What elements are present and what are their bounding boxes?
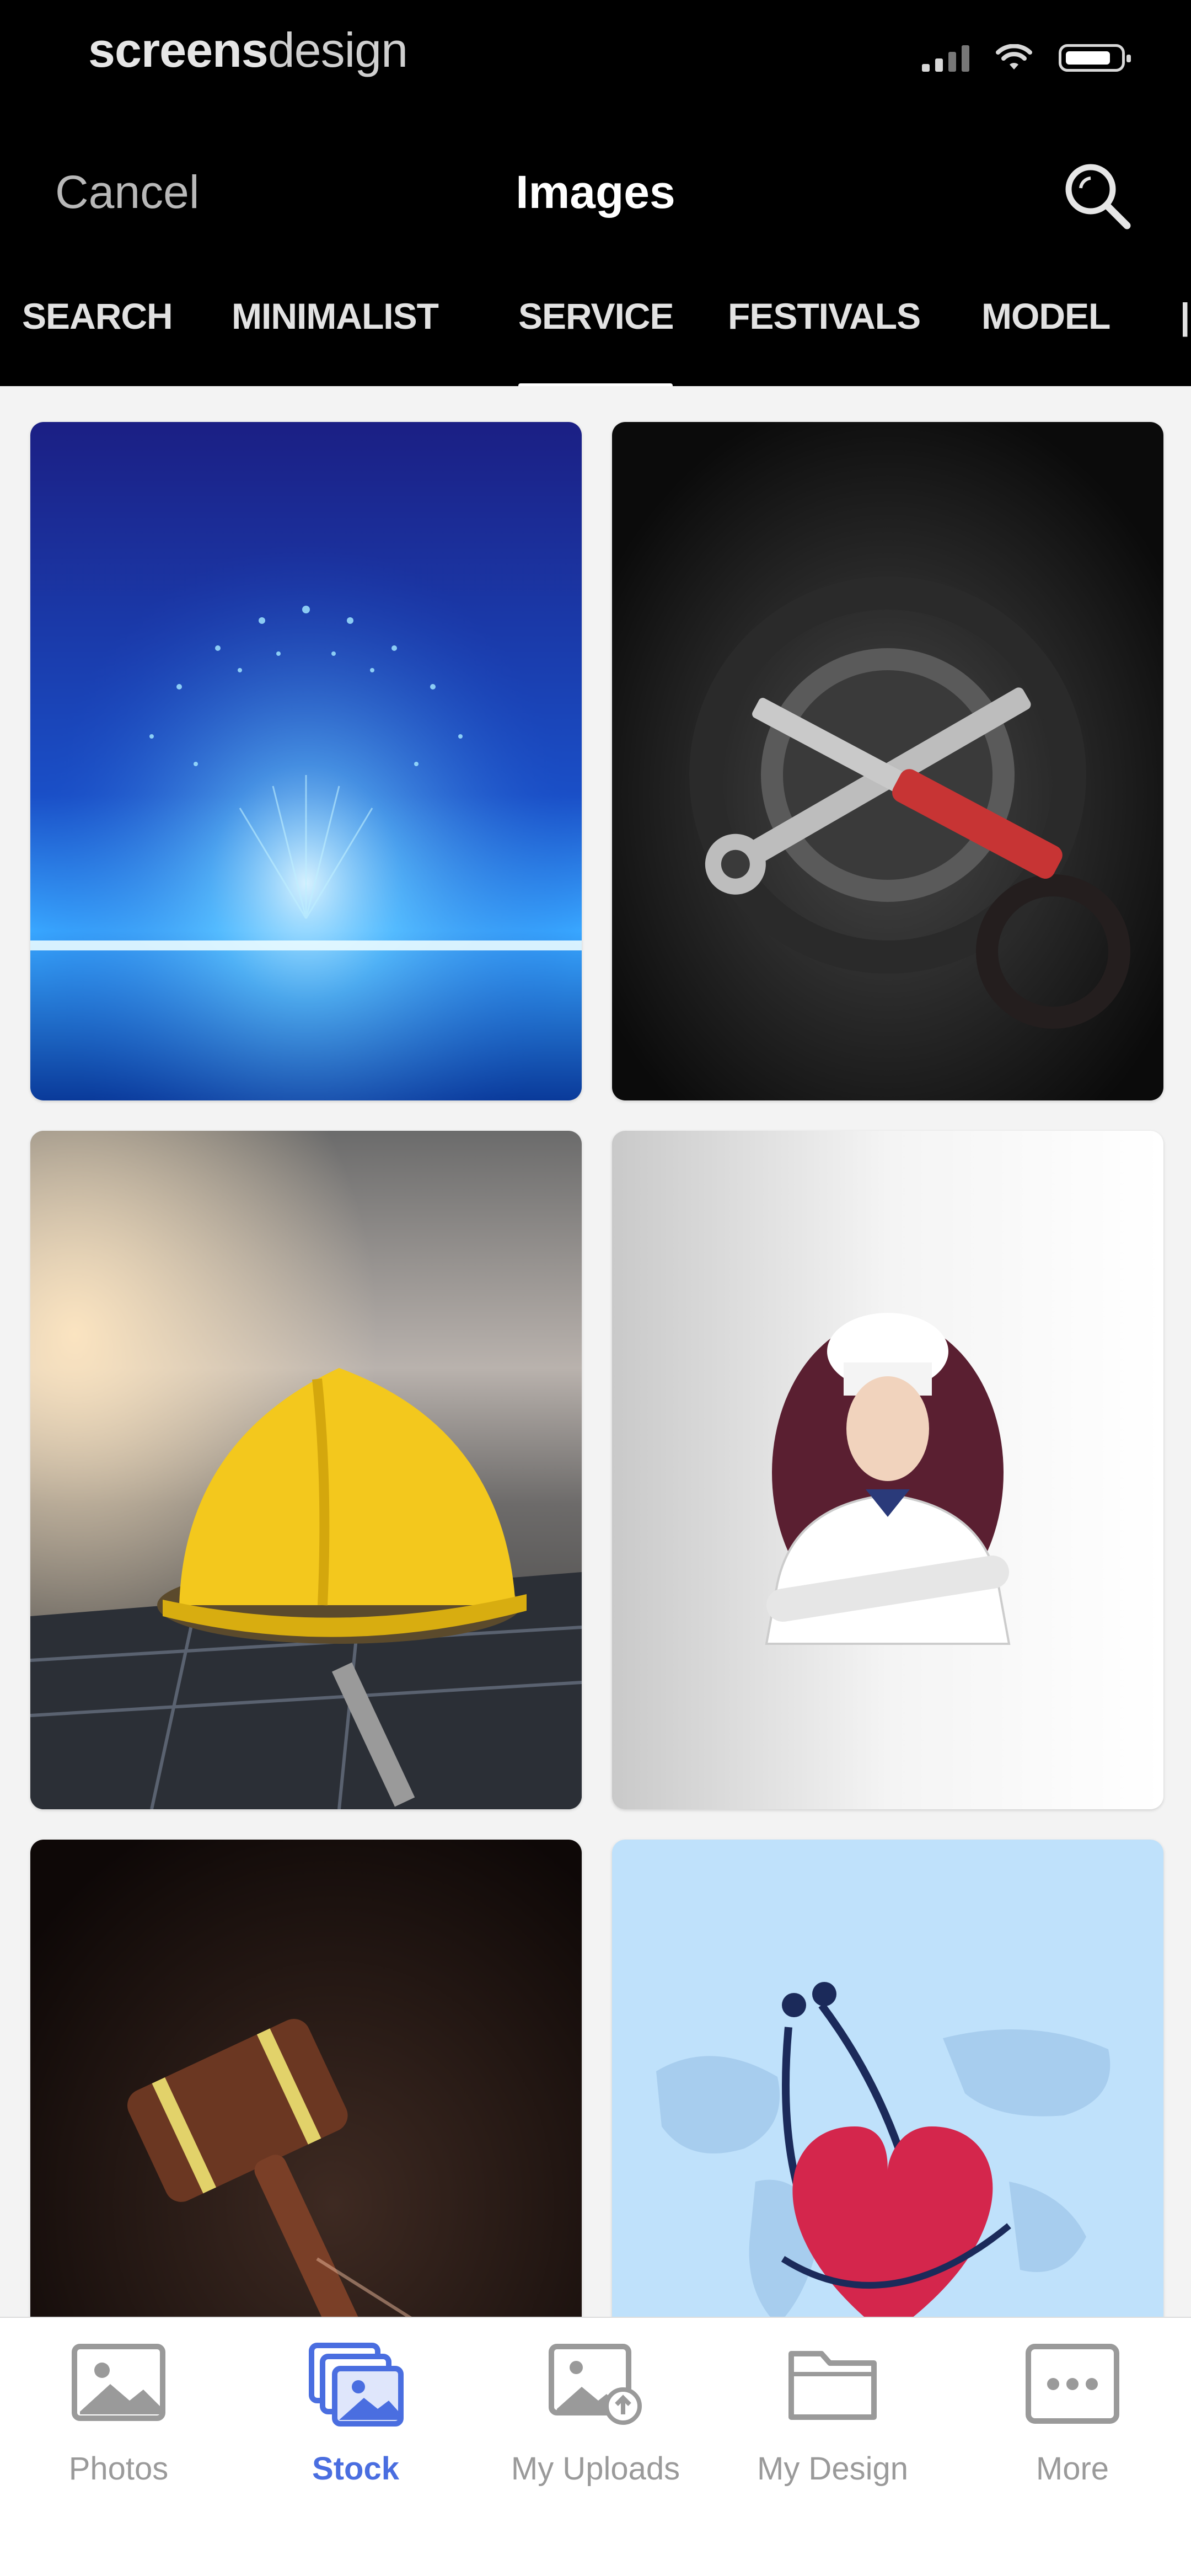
signal-icon [922,44,969,72]
page-title: Images [516,166,675,218]
status-icons [922,44,1131,72]
digital-tree-image [30,422,582,1100]
tab-photos[interactable]: Photos [14,2340,223,2505]
upload-icon [549,2344,642,2425]
search-button[interactable] [1059,157,1136,234]
wifi-icon [996,44,1032,70]
tab-festivals[interactable]: FESTIVALS [728,295,921,337]
app-root: screensdesign Cancel Images SEARCH MINIM… [0,0,1191,2576]
tab-photos-label: Photos [68,2451,169,2487]
folder-icon [788,2351,877,2420]
tab-more-label: More [1036,2451,1109,2487]
nav-row: Cancel Images [0,149,1191,237]
tab-stock[interactable]: Stock [251,2340,460,2505]
hard-hat-image [30,1131,582,1809]
image-card-stethoscope-heart[interactable] [612,1840,1163,2317]
gavel-image [30,1840,582,2317]
battery-icon [1059,44,1131,72]
tab-my-design[interactable]: My Design [728,2340,937,2505]
tab-my-uploads[interactable]: My Uploads [491,2340,700,2505]
header: screensdesign Cancel Images SEARCH MINIM… [0,0,1191,389]
image-grid [0,386,1191,2317]
stethoscope-heart-image [612,1840,1163,2317]
bottom-tab-bar: Photos Stock My Uploads My Design More [0,2317,1191,2576]
tab-overflow-hint: | [1180,296,1190,336]
image-card-hard-hat[interactable] [30,1131,582,1809]
tab-stock-label: Stock [312,2451,399,2487]
image-card-gavel[interactable] [30,1840,582,2317]
image-card-chef[interactable] [612,1131,1163,1809]
image-card-digital-tree[interactable] [30,422,582,1100]
image-card-tools-gear[interactable] [612,422,1163,1100]
tab-more[interactable]: More [968,2340,1177,2505]
category-tabs: SEARCH MINIMALIST SERVICE FESTIVALS MODE… [0,287,1191,389]
photo-icon [72,2344,165,2421]
more-icon [1026,2344,1119,2424]
tools-gear-image [612,422,1163,1100]
tab-minimalist[interactable]: MINIMALIST [232,295,439,337]
chef-image [612,1131,1163,1809]
search-icon [1065,164,1131,229]
tab-my-uploads-label: My Uploads [511,2451,680,2487]
status-bar-brand: screensdesign [88,23,408,77]
tab-my-design-label: My Design [757,2451,908,2487]
tab-model[interactable]: MODEL [981,295,1110,337]
tab-search[interactable]: SEARCH [22,295,173,337]
stock-images-icon [309,2343,404,2427]
tab-service[interactable]: SERVICE [518,295,674,337]
